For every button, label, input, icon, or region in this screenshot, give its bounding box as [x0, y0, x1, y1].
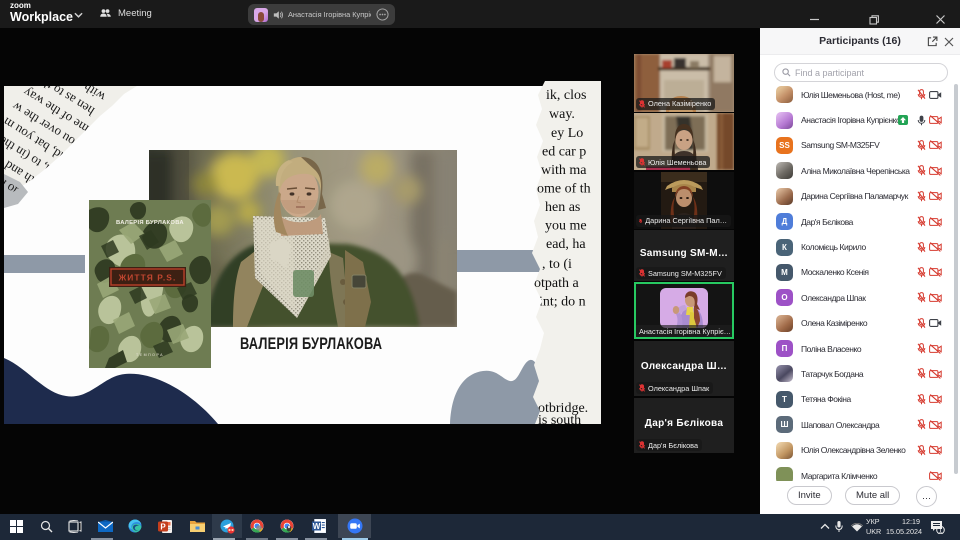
- svg-text:, to (i: , to (i: [542, 257, 572, 272]
- svg-text:ВАЛЕРІЯ БУРЛАКОВА: ВАЛЕРІЯ БУРЛАКОВА: [116, 220, 184, 226]
- svg-text:ey Lo: ey Lo: [551, 126, 583, 141]
- svg-text:ik, clos: ik, clos: [546, 88, 586, 103]
- svg-text:hen as: hen as: [545, 200, 580, 215]
- svg-text:with ma: with ma: [541, 163, 587, 178]
- svg-text:ed car p: ed car p: [542, 145, 586, 160]
- svg-text:P: P: [160, 522, 166, 531]
- svg-text:is south: is south: [538, 413, 581, 424]
- svg-text:ome of th: ome of th: [537, 182, 591, 197]
- svg-text:ЖИТТЯ P.S.: ЖИТТЯ P.S.: [118, 273, 177, 283]
- svg-text:otpath a: otpath a: [534, 276, 579, 291]
- svg-text:1: 1: [939, 528, 943, 534]
- svg-text:oint; do n: oint; do n: [532, 295, 586, 310]
- svg-text:you me: you me: [545, 219, 587, 234]
- svg-text:ead, ha: ead, ha: [546, 237, 586, 252]
- svg-text:W: W: [313, 522, 321, 531]
- svg-text:way.: way.: [549, 107, 575, 122]
